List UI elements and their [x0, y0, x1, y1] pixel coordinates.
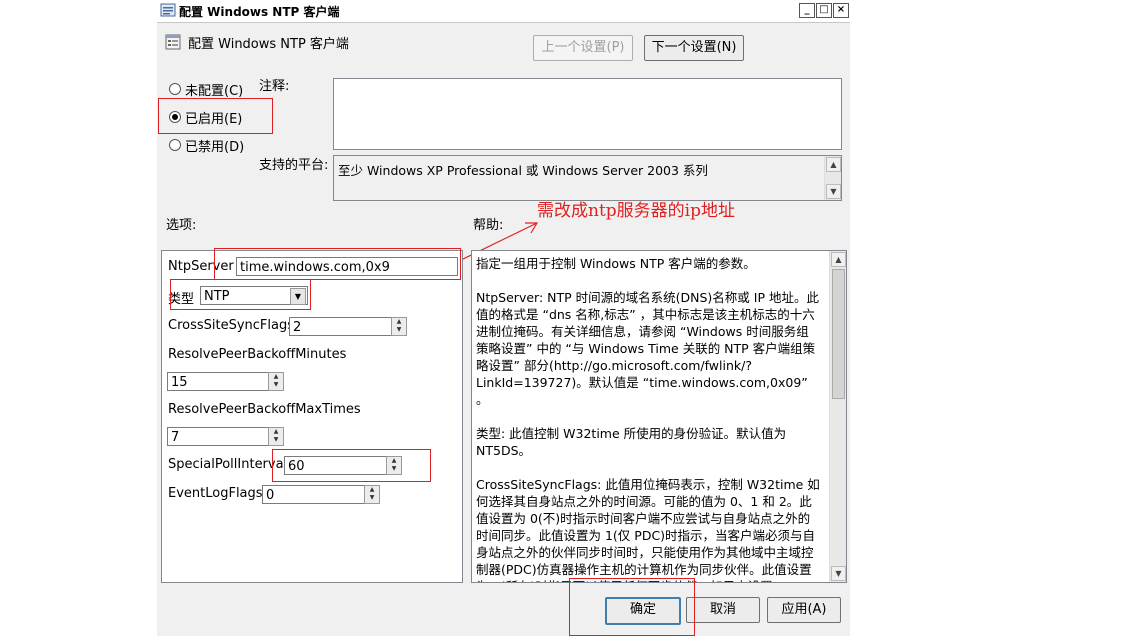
scroll-up-icon[interactable]: ▲: [831, 252, 846, 267]
not-configured-label: 未配置(C): [185, 84, 244, 99]
help-scrollbar[interactable]: ▲ ▼: [829, 251, 846, 582]
radio-enabled[interactable]: [169, 111, 181, 123]
title-bar: 配置 Windows NTP 客户端 _ □ ×: [157, 0, 850, 23]
dialog-window: 配置 Windows NTP 客户端 _ □ × 配置 Windows NTP …: [157, 0, 850, 636]
crosssite-label: CrossSiteSyncFlags: [168, 318, 295, 333]
eventlog-label: EventLogFlags: [168, 486, 263, 501]
ntpserver-label: NtpServer: [168, 259, 234, 274]
ok-button[interactable]: 确定: [605, 597, 681, 625]
chevron-down-icon[interactable]: ▼: [290, 288, 306, 305]
crosssite-spinner[interactable]: ▲ ▼: [391, 317, 407, 336]
specialpoll-spinner[interactable]: ▲ ▼: [386, 456, 402, 475]
resolvepeer-min-spinner[interactable]: ▲ ▼: [268, 372, 284, 391]
help-text: 指定一组用于控制 Windows NTP 客户端的参数。 NtpServer: …: [476, 255, 821, 582]
minimize-button[interactable]: _: [799, 3, 815, 18]
apply-button[interactable]: 应用(A): [767, 597, 841, 623]
cancel-button[interactable]: 取消: [686, 597, 760, 623]
help-paragraph: NtpServer: NTP 时间源的域名系统(DNS)名称或 IP 地址。此值…: [476, 290, 819, 407]
comment-textarea[interactable]: [333, 78, 842, 150]
comment-label: 注释:: [259, 79, 290, 94]
scrollbar-thumb[interactable]: [832, 269, 845, 399]
resolvepeer-max-label: ResolvePeerBackoffMaxTimes: [168, 402, 361, 417]
options-panel: NtpServer time.windows.com,0x9 类型 NTP ▼ …: [161, 250, 463, 583]
resolvepeer-min-input[interactable]: 15: [167, 372, 269, 391]
eventlog-spinner[interactable]: ▲ ▼: [364, 485, 380, 504]
policy-icon: [160, 3, 176, 17]
setting-icon: [165, 34, 181, 50]
type-select-value: NTP: [204, 289, 230, 304]
help-paragraph: CrossSiteSyncFlags: 此值用位掩码表示，控制 W32time …: [476, 477, 820, 582]
enabled-label: 已启用(E): [185, 112, 243, 127]
close-button[interactable]: ×: [833, 3, 849, 18]
platform-scrollbar[interactable]: ▲ ▼: [824, 156, 841, 200]
prev-setting-button[interactable]: 上一个设置(P): [533, 35, 633, 61]
crosssite-input[interactable]: 2: [289, 317, 392, 336]
platform-text: 至少 Windows XP Professional 或 Windows Ser…: [338, 163, 708, 178]
radio-not-configured[interactable]: [169, 83, 181, 95]
help-paragraph: 类型: 此值控制 W32time 所使用的身份验证。默认值为 NT5DS。: [476, 426, 787, 458]
scroll-up-icon[interactable]: ▲: [826, 157, 841, 172]
type-select[interactable]: NTP ▼: [200, 286, 308, 305]
window-title: 配置 Windows NTP 客户端: [179, 5, 340, 19]
platform-label: 支持的平台:: [259, 158, 329, 173]
annotation-text: 需改成ntp服务器的ip地址: [537, 201, 735, 221]
help-panel: 指定一组用于控制 Windows NTP 客户端的参数。 NtpServer: …: [471, 250, 847, 583]
options-section-label: 选项:: [166, 218, 197, 233]
scroll-down-icon[interactable]: ▼: [831, 566, 846, 581]
resolvepeer-max-spinner[interactable]: ▲ ▼: [268, 427, 284, 446]
maximize-button[interactable]: □: [816, 3, 832, 18]
setting-title: 配置 Windows NTP 客户端: [188, 37, 349, 52]
platform-box: 至少 Windows XP Professional 或 Windows Ser…: [333, 155, 842, 201]
eventlog-input[interactable]: 0: [262, 485, 365, 504]
resolvepeer-min-label: ResolvePeerBackoffMinutes: [168, 347, 347, 362]
help-paragraph: 指定一组用于控制 Windows NTP 客户端的参数。: [476, 256, 756, 271]
specialpoll-input[interactable]: 60: [284, 456, 387, 475]
ntpserver-input[interactable]: time.windows.com,0x9: [236, 257, 458, 276]
scroll-down-icon[interactable]: ▼: [826, 184, 841, 199]
specialpoll-label: SpecialPollInterval: [168, 457, 288, 472]
resolvepeer-max-input[interactable]: 7: [167, 427, 269, 446]
next-setting-button[interactable]: 下一个设置(N): [644, 35, 744, 61]
radio-disabled[interactable]: [169, 139, 181, 151]
type-label: 类型: [168, 292, 195, 307]
disabled-label: 已禁用(D): [185, 140, 245, 155]
